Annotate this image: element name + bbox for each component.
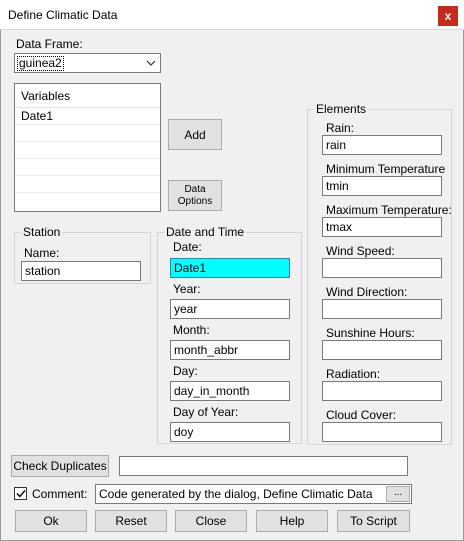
title-bar: Define Climatic Data x (0, 0, 464, 30)
year-field[interactable]: year (170, 299, 290, 319)
list-item[interactable] (15, 142, 160, 159)
month-label: Month: (173, 323, 210, 337)
comment-text: Code generated by the dialog, Define Cli… (99, 487, 373, 501)
data-options-line2: Options (177, 195, 213, 207)
data-frame-selector[interactable]: guinea2 (14, 53, 161, 73)
list-item[interactable]: Date1 (15, 108, 160, 125)
elements-group-title: Elements (314, 102, 369, 116)
comment-field[interactable]: Code generated by the dialog, Define Cli… (95, 484, 412, 504)
rain-label: Rain: (326, 121, 355, 135)
sunshine-hours-field[interactable] (322, 340, 442, 360)
data-frame-selected: guinea2 (17, 56, 64, 71)
add-button[interactable]: Add (168, 119, 222, 150)
dialog-body: Data Frame: guinea2 Variables Date1 Add … (0, 30, 464, 541)
max-temperature-label: Maximum Temperature: (326, 203, 452, 217)
day-field[interactable]: day_in_month (170, 381, 290, 401)
wind-direction-field[interactable] (322, 299, 442, 319)
close-window-button[interactable]: x (438, 6, 458, 26)
radiation-label: Radiation: (326, 367, 381, 381)
min-temperature-field[interactable]: tmin (322, 176, 442, 196)
variables-list-header: Variables (15, 84, 160, 108)
help-button[interactable]: Help (256, 510, 328, 532)
comment-label: Comment: (32, 487, 88, 501)
list-item[interactable] (15, 125, 160, 142)
rain-field[interactable]: rain (322, 135, 442, 155)
comment-checkbox[interactable] (14, 487, 27, 500)
to-script-button[interactable]: To Script (337, 510, 410, 532)
wind-speed-label: Wind Speed: (326, 244, 395, 258)
chevron-down-icon[interactable] (142, 54, 160, 72)
day-label: Day: (173, 364, 198, 378)
data-frame-label: Data Frame: (16, 37, 83, 51)
max-temperature-field[interactable]: tmax (322, 217, 442, 237)
duplicates-result-field[interactable] (119, 456, 408, 476)
radiation-field[interactable] (322, 381, 442, 401)
station-name-field[interactable]: station (21, 261, 141, 281)
wind-direction-label: Wind Direction: (326, 285, 408, 299)
reset-button[interactable]: Reset (95, 510, 167, 532)
cloud-cover-field[interactable] (322, 422, 442, 442)
station-name-label: Name: (24, 246, 60, 260)
close-icon: x (444, 9, 452, 23)
year-label: Year: (173, 282, 201, 296)
data-options-button[interactable]: Data Options (168, 180, 222, 211)
month-field[interactable]: month_abbr (170, 340, 290, 360)
variables-list[interactable]: Variables Date1 (14, 83, 161, 212)
checkmark-icon (15, 490, 26, 498)
min-temperature-label: Minimum Temperature (326, 162, 446, 176)
window-title: Define Climatic Data (8, 8, 118, 22)
sunshine-hours-label: Sunshine Hours: (326, 326, 415, 340)
station-group-title: Station (21, 225, 63, 239)
list-item[interactable] (15, 176, 160, 193)
close-button[interactable]: Close (175, 510, 247, 532)
wind-speed-field[interactable] (322, 258, 442, 278)
date-time-group-title: Date and Time (164, 225, 247, 239)
date-field[interactable]: Date1 (170, 258, 290, 278)
date-label: Date: (173, 240, 202, 254)
data-options-line1: Data (184, 183, 206, 195)
ok-button[interactable]: Ok (15, 510, 87, 532)
list-item[interactable] (15, 159, 160, 176)
cloud-cover-label: Cloud Cover: (326, 408, 397, 422)
day-of-year-label: Day of Year: (173, 405, 239, 419)
check-duplicates-button[interactable]: Check Duplicates (11, 455, 109, 477)
comment-ellipsis-button[interactable]: ... (386, 486, 410, 502)
day-of-year-field[interactable]: doy (170, 422, 290, 442)
